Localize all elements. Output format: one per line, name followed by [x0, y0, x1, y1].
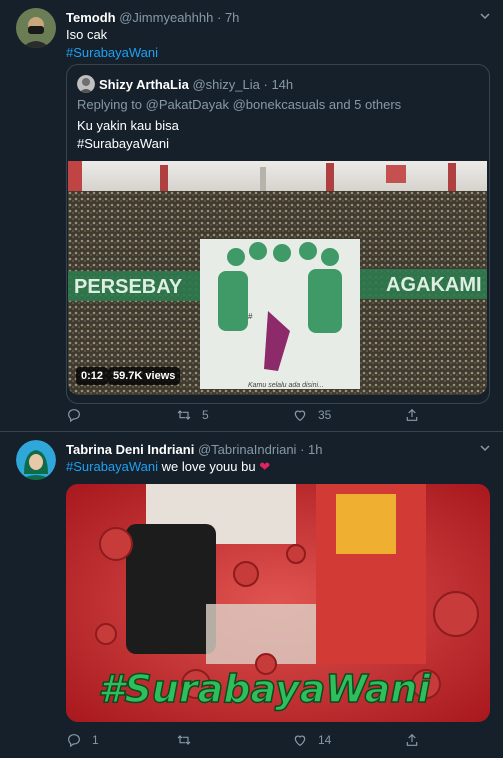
- reply-count: 1: [92, 733, 99, 747]
- retweet-button[interactable]: 5: [176, 407, 209, 423]
- reply-button[interactable]: [66, 407, 82, 423]
- heart-icon: [294, 410, 306, 422]
- tweet-header: Temodh @Jimmyeahhhh · 7h: [66, 10, 239, 25]
- like-button[interactable]: 35: [292, 407, 331, 423]
- hashtag-link[interactable]: #SurabayaWani: [66, 44, 158, 62]
- tweet-temodh[interactable]: Temodh @Jimmyeahhhh · 7h Iso cak #Suraba…: [0, 0, 503, 432]
- timestamp[interactable]: 1h: [308, 442, 322, 457]
- like-count: 14: [318, 733, 332, 747]
- like-button[interactable]: 14: [292, 732, 331, 748]
- tweet-header: Tabrina Deni Indriani @TabrinaIndriani ·…: [66, 442, 323, 457]
- user-handle: @shizy_Lia: [192, 77, 260, 92]
- separator: ·: [263, 77, 268, 92]
- replying-prefix: Replying to: [77, 97, 143, 112]
- hashtag-link[interactable]: #SurabayaWani: [66, 459, 158, 474]
- display-name[interactable]: Temodh: [66, 10, 116, 25]
- tweet-line: we love youu bu: [161, 459, 256, 474]
- banner-text-left: PERSEBAY: [74, 276, 183, 298]
- quote-hashtag: #SurabayaWani: [77, 136, 170, 151]
- share-button[interactable]: [404, 732, 420, 748]
- tweet-text: Iso cak #SurabayaWani: [66, 26, 158, 62]
- timestamp[interactable]: 7h: [225, 10, 239, 25]
- avatar[interactable]: [16, 440, 56, 480]
- banner-text-right: AGAKAMI: [386, 274, 482, 296]
- svg-text:#: #: [248, 312, 253, 321]
- user-handle[interactable]: @Jimmyeahhhh: [119, 10, 213, 25]
- user-handle[interactable]: @TabrinaIndriani: [198, 442, 296, 457]
- timestamp: 14h: [271, 77, 294, 92]
- tweet-tabrina[interactable]: Tabrina Deni Indriani @TabrinaIndriani ·…: [0, 432, 503, 758]
- replying-users: @PakatDayak @bonekcasuals and 5 others: [145, 97, 402, 112]
- tweet-image[interactable]: #SurabayaWani: [66, 484, 490, 722]
- tweet-line: Iso cak: [66, 27, 108, 42]
- quoted-tweet[interactable]: Shizy ArthaLia @shizy_Lia · 14h Replying…: [66, 64, 490, 404]
- image-caption-hashtag: #SurabayaWani: [98, 667, 431, 711]
- replying-to: Replying to @PakatDayak @bonekcasuals an…: [77, 96, 401, 114]
- share-icon: [406, 408, 418, 421]
- retweet-button[interactable]: [176, 732, 192, 748]
- retweet-count: 5: [202, 408, 209, 422]
- video-views: 59.7K views: [108, 367, 181, 385]
- quote-header: Shizy ArthaLia @shizy_Lia · 14h: [99, 77, 293, 92]
- display-name[interactable]: Tabrina Deni Indriani: [66, 442, 194, 457]
- avatar: [77, 75, 95, 93]
- mural-caption: Kamu selalu ada disini...: [248, 382, 324, 389]
- share-icon: [406, 733, 418, 746]
- quote-text: Ku yakin kau bisa #SurabayaWani: [77, 117, 179, 153]
- tweet-text: #SurabayaWani we love youu bu ❤: [66, 458, 270, 476]
- like-count: 35: [318, 408, 332, 422]
- video-thumbnail[interactable]: PERSEBAY AGAKAMI # Kamu selalu ada disin…: [68, 161, 487, 395]
- separator: ·: [216, 10, 222, 25]
- chevron-down-icon[interactable]: [478, 10, 492, 24]
- avatar[interactable]: [16, 8, 56, 48]
- reply-icon: [68, 734, 80, 748]
- quote-line: Ku yakin kau bisa: [77, 118, 179, 133]
- retweet-icon: [177, 410, 191, 420]
- separator: ·: [300, 442, 305, 457]
- heart-icon: [294, 735, 306, 747]
- share-button[interactable]: [404, 407, 420, 423]
- chevron-down-icon[interactable]: [478, 442, 492, 456]
- reply-icon: [68, 409, 80, 423]
- red-heart-emoji: ❤: [259, 459, 271, 474]
- retweet-icon: [177, 735, 191, 745]
- video-duration: 0:12: [76, 367, 109, 385]
- reply-button[interactable]: 1: [66, 732, 99, 748]
- display-name: Shizy ArthaLia: [99, 77, 189, 92]
